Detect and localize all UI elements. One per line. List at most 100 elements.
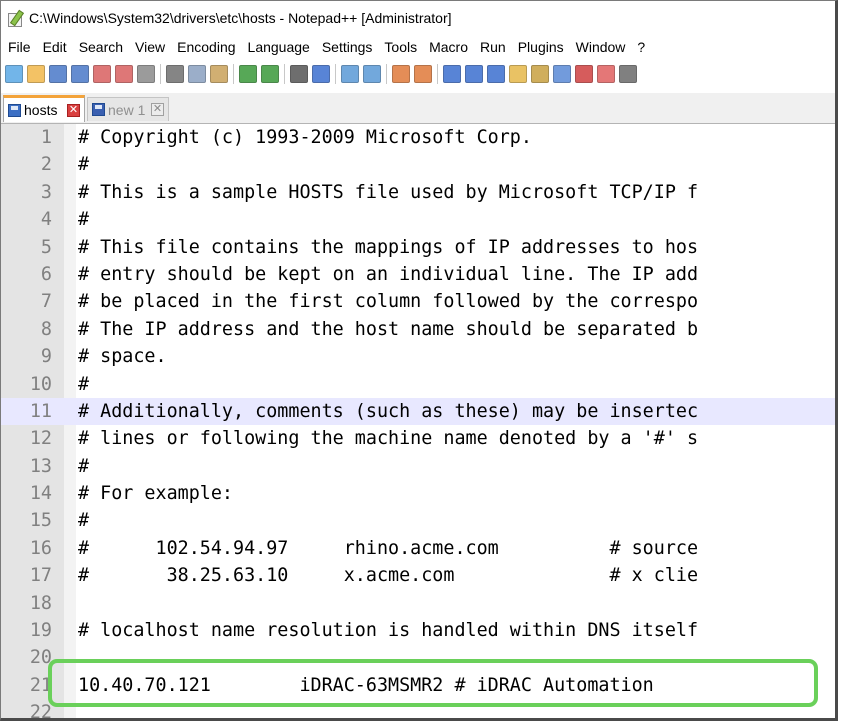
sync-vertical-icon[interactable] (392, 65, 410, 83)
close-tab-icon[interactable]: ✕ (151, 103, 164, 116)
editor-line[interactable]: 22 (1, 699, 835, 718)
word-wrap-icon[interactable] (443, 65, 461, 83)
editor-line[interactable]: 15 # (1, 507, 835, 534)
menu-search[interactable]: Search (79, 39, 123, 55)
editor-line[interactable]: 19 # localhost name resolution is handled… (1, 617, 835, 644)
editor-line[interactable]: 17 # 38.25.63.10 x.acme.com # x clie (1, 562, 835, 589)
editor-line[interactable]: 4 # (1, 206, 835, 233)
function-list-icon[interactable] (553, 65, 571, 83)
menu-window[interactable]: Window (576, 39, 626, 55)
toolbar-separator (284, 64, 285, 84)
line-text: # (78, 154, 90, 176)
menu-language[interactable]: Language (248, 39, 310, 55)
sync-horizontal-icon[interactable] (414, 65, 432, 83)
cut-icon[interactable] (166, 65, 184, 83)
tab-new-1[interactable]: new 1 ✕ (87, 97, 169, 121)
line-number: 2 (40, 154, 52, 176)
folder-as-workspace-icon[interactable] (575, 65, 593, 83)
document-map-icon[interactable] (531, 65, 549, 83)
editor-line[interactable]: 18 (1, 590, 835, 617)
open-file-icon[interactable] (27, 65, 45, 83)
close-icon[interactable] (93, 65, 111, 83)
toolbar-separator (160, 64, 161, 84)
monitoring-icon[interactable] (597, 65, 615, 83)
copy-icon[interactable] (188, 65, 206, 83)
redo-icon[interactable] (261, 65, 279, 83)
line-number: 17 (29, 565, 52, 587)
line-number: 19 (29, 620, 52, 642)
eye-icon[interactable] (619, 65, 637, 83)
save-icon[interactable] (49, 65, 67, 83)
editor-line[interactable]: 14 # For example: (1, 480, 835, 507)
line-number: 9 (40, 346, 52, 368)
zoom-in-icon[interactable] (341, 65, 359, 83)
saved-file-icon (8, 103, 21, 117)
print-icon[interactable] (137, 65, 155, 83)
line-number: 20 (29, 647, 52, 669)
line-text: # (78, 373, 90, 395)
editor-lines[interactable]: 1 # Copyright (c) 1993-2009 Microsoft Cor… (1, 124, 835, 718)
line-number: 16 (29, 537, 52, 559)
new-file-icon[interactable] (5, 65, 23, 83)
line-number: 12 (29, 428, 52, 450)
editor-line[interactable]: 7 # be placed in the first column followe… (1, 288, 835, 315)
close-all-icon[interactable] (115, 65, 133, 83)
editor-line[interactable]: 3 # This is a sample HOSTS file used by M… (1, 179, 835, 206)
editor-line[interactable]: 8 # The IP address and the host name shou… (1, 316, 835, 343)
line-text: # Copyright (c) 1993-2009 Microsoft Corp… (78, 127, 532, 148)
editor-line[interactable]: 2 # (1, 151, 835, 178)
editor-line[interactable]: 5 # This file contains the mappings of IP… (1, 234, 835, 261)
menu-macro[interactable]: Macro (429, 39, 468, 55)
line-number: 4 (40, 209, 52, 231)
editor-line[interactable]: 6 # entry should be kept on an individual… (1, 261, 835, 288)
editor-line[interactable]: 12 # lines or following the machine name … (1, 425, 835, 452)
menu-plugins[interactable]: Plugins (518, 39, 564, 55)
menu-file[interactable]: File (8, 39, 31, 55)
line-number: 5 (40, 236, 52, 258)
editor-line[interactable]: 21 10.40.70.121 iDRAC-63MSMR2 # iDRAC Aut… (1, 672, 835, 699)
editor-line[interactable]: 9 # space. (1, 343, 835, 370)
tab-hosts[interactable]: hosts ✕ (3, 95, 85, 122)
indent-guide-icon[interactable] (487, 65, 505, 83)
editor-line[interactable]: 13 # (1, 453, 835, 480)
replace-icon[interactable] (312, 65, 330, 83)
text-editor[interactable]: 1 # Copyright (c) 1993-2009 Microsoft Cor… (1, 124, 835, 718)
title-bar: C:\Windows\System32\drivers\etc\hosts - … (1, 1, 835, 35)
menu-view[interactable]: View (135, 39, 165, 55)
paste-icon[interactable] (210, 65, 228, 83)
line-text: # This is a sample HOSTS file used by Mi… (78, 181, 699, 203)
menu-bar: File Edit Search View Encoding Language Settin… (1, 35, 835, 59)
line-text: # 102.54.94.97 rhino.acme.com # source (78, 537, 699, 559)
menu-run[interactable]: Run (480, 39, 506, 55)
line-text: # localhost name resolution is handled w… (78, 620, 699, 642)
show-all-characters-icon[interactable] (465, 65, 483, 83)
editor-line[interactable]: 20 (1, 644, 835, 671)
menu-edit[interactable]: Edit (43, 39, 67, 55)
editor-line[interactable]: 11 # Additionally, comments (such as thes… (1, 397, 835, 426)
line-number: 3 (40, 181, 52, 203)
line-number: 6 (40, 263, 52, 285)
line-text: # Additionally, comments (such as these)… (78, 400, 699, 422)
saved-file-icon (92, 103, 105, 116)
line-text: # The IP address and the host name shoul… (78, 318, 699, 340)
line-number: 18 (29, 592, 52, 614)
editor-line[interactable]: 10 # (1, 371, 835, 398)
close-tab-icon[interactable]: ✕ (67, 103, 80, 117)
save-all-icon[interactable] (71, 65, 89, 83)
undo-icon[interactable] (239, 65, 257, 83)
editor-line[interactable]: 16 # 102.54.94.97 rhino.acme.com # source (1, 535, 835, 562)
line-number: 10 (29, 373, 52, 395)
line-number: 14 (29, 483, 52, 505)
zoom-out-icon[interactable] (363, 65, 381, 83)
menu-settings[interactable]: Settings (322, 39, 373, 55)
user-language-icon[interactable] (509, 65, 527, 83)
menu-tools[interactable]: Tools (384, 39, 417, 55)
line-text: # lines or following the machine name de… (78, 428, 699, 450)
line-number: 21 (29, 674, 52, 696)
line-number: 13 (29, 455, 52, 477)
menu-help[interactable]: ? (637, 39, 645, 55)
find-icon[interactable] (290, 65, 308, 83)
toolbar-separator (386, 64, 387, 84)
menu-encoding[interactable]: Encoding (177, 39, 235, 55)
editor-line[interactable]: 1 # Copyright (c) 1993-2009 Microsoft Cor… (1, 124, 835, 151)
